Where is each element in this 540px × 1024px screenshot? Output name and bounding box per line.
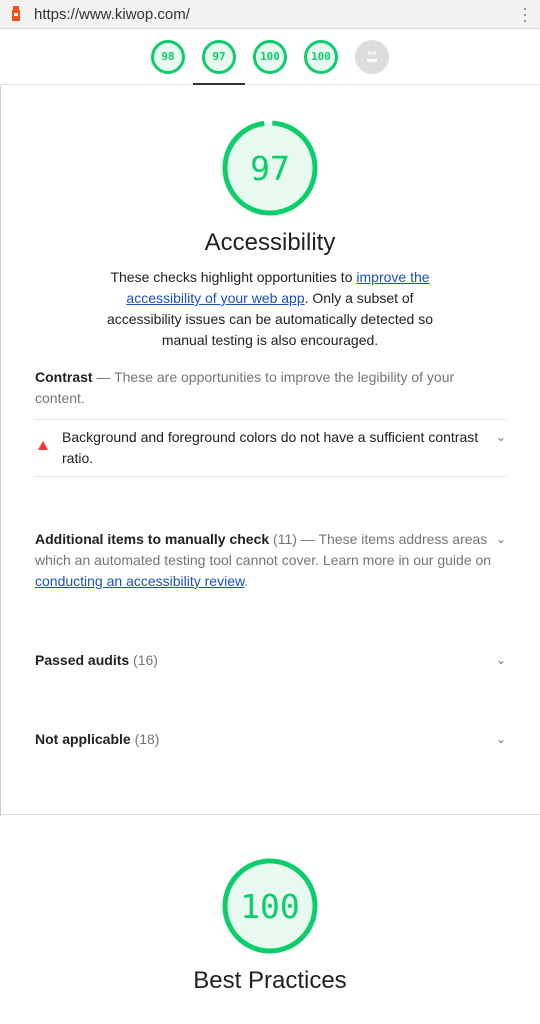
url-text[interactable]: https://www.kiwop.com/ xyxy=(34,6,520,23)
gauge-score: 100 xyxy=(260,50,280,63)
lighthouse-icon xyxy=(12,6,20,21)
na-title: Not applicable xyxy=(35,731,131,747)
active-tab-indicator xyxy=(193,83,245,85)
manual-title: Additional items to manually check xyxy=(35,531,270,547)
chevron-down-icon[interactable]: ⌄ xyxy=(492,529,506,550)
gauge-accessibility[interactable]: 97 xyxy=(202,39,236,74)
accessibility-gauge: 97 xyxy=(221,119,319,217)
gauge-pwa[interactable]: PWA xyxy=(355,39,389,74)
manual-end: . xyxy=(244,573,249,589)
section-divider xyxy=(0,814,540,815)
accessibility-title: Accessibility xyxy=(204,229,336,256)
passed-title: Passed audits xyxy=(35,652,130,668)
gauge-best-practices[interactable]: 100 xyxy=(253,39,287,74)
passed-audits-group[interactable]: Passed audits (16) ⌄ xyxy=(0,650,540,671)
passed-count: (16) xyxy=(129,652,158,668)
accessibility-score: 97 xyxy=(250,148,290,188)
fail-triangle-icon xyxy=(38,441,48,450)
accessibility-description: These checks highlight opportunities to … xyxy=(95,267,445,351)
score-gauges-nav: 98 97 100 100 PWA xyxy=(0,29,540,85)
gauge-seo[interactable]: 100 xyxy=(304,39,338,74)
contrast-group: Contrast — These are opportunities to im… xyxy=(0,367,540,409)
pwa-label: PWA xyxy=(367,51,377,57)
audit-title: Background and foreground colors do not … xyxy=(62,429,479,466)
gauge-score: 98 xyxy=(161,50,175,63)
left-border xyxy=(0,86,1,816)
not-applicable-group[interactable]: Not applicable (18) ⌄ xyxy=(0,729,540,750)
best-practices-score: 100 xyxy=(240,886,300,926)
contrast-title: Contrast xyxy=(35,369,93,385)
manual-checks-group[interactable]: Additional items to manually check (11) … xyxy=(0,529,540,592)
gauge-score: 97 xyxy=(212,50,226,63)
gauge-score: 100 xyxy=(311,50,331,63)
chevron-down-icon[interactable]: ⌄ xyxy=(492,729,506,750)
best-practices-title: Best Practices xyxy=(193,967,347,994)
na-count: (18) xyxy=(130,731,160,747)
desc-text: These checks highlight opportunities to xyxy=(110,269,357,285)
contrast-audit[interactable]: Background and foreground colors do not … xyxy=(35,419,506,477)
gauge-performance[interactable]: 98 xyxy=(151,39,185,74)
best-practices-gauge: 100 xyxy=(221,857,319,955)
accessibility-review-link[interactable]: conducting an accessibility review xyxy=(35,573,244,589)
manual-count: (11) xyxy=(269,531,297,547)
kebab-menu-icon[interactable]: · · · xyxy=(520,0,530,29)
pwa-dash xyxy=(367,59,377,62)
address-bar[interactable]: https://www.kiwop.com/ · · · xyxy=(0,0,540,29)
chevron-down-icon[interactable]: ⌄ xyxy=(492,427,506,469)
contrast-desc: — These are opportunities to improve the… xyxy=(35,369,455,406)
chevron-down-icon[interactable]: ⌄ xyxy=(492,650,506,671)
